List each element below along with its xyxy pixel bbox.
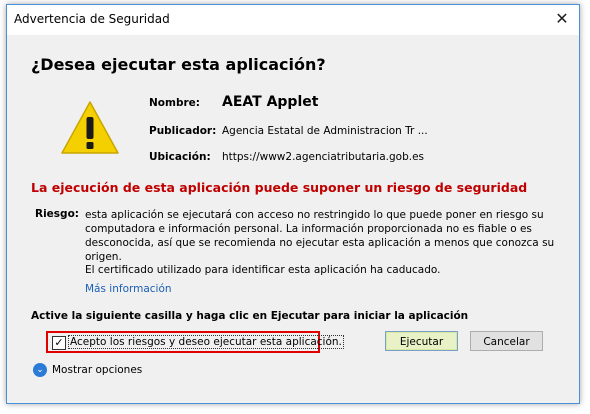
show-options-toggle[interactable]: ⌄ Mostrar opciones xyxy=(33,363,142,377)
accept-risks-label[interactable]: Acepto los riesgos y deseo ejecutar esta… xyxy=(68,335,344,349)
show-options-label[interactable]: Mostrar opciones xyxy=(52,364,142,376)
risk-label: Riesgo: xyxy=(35,208,79,220)
security-warning-dialog: Advertencia de Seguridad ✕ ¿Desea ejecut… xyxy=(6,4,580,404)
chevron-down-icon[interactable]: ⌄ xyxy=(33,363,47,377)
dialog-heading: ¿Desea ejecutar esta aplicación? xyxy=(31,55,326,74)
warning-icon xyxy=(61,101,119,154)
title-bar: Advertencia de Seguridad ✕ xyxy=(7,5,579,35)
risk-heading: La ejecución de esta aplicación puede su… xyxy=(31,180,528,195)
name-value: AEAT Applet xyxy=(222,94,319,110)
more-info-link[interactable]: Más información xyxy=(85,283,172,295)
risk-text: esta aplicación se ejecutará con acceso … xyxy=(85,209,555,263)
close-icon[interactable]: ✕ xyxy=(551,9,573,29)
name-label: Nombre: xyxy=(149,97,200,109)
run-button[interactable]: Ejecutar xyxy=(385,331,458,351)
location-label: Ubicación: xyxy=(149,151,211,163)
accept-risks-highlight: ✓ Acepto los riesgos y deseo ejecutar es… xyxy=(46,331,344,353)
accept-risks-checkbox[interactable]: ✓ xyxy=(52,336,66,350)
certificate-expired-text: El certificado utilizado para identifica… xyxy=(85,264,441,276)
publisher-label: Publicador: xyxy=(149,125,217,137)
location-value: https://www2.agenciatributaria.gob.es xyxy=(222,151,425,163)
cancel-button[interactable]: Cancelar xyxy=(470,331,543,351)
instruction-text: Active la siguiente casilla y haga clic … xyxy=(31,310,469,322)
window-title: Advertencia de Seguridad xyxy=(14,12,170,26)
publisher-value: Agencia Estatal de Administracion Tr ... xyxy=(222,125,428,137)
